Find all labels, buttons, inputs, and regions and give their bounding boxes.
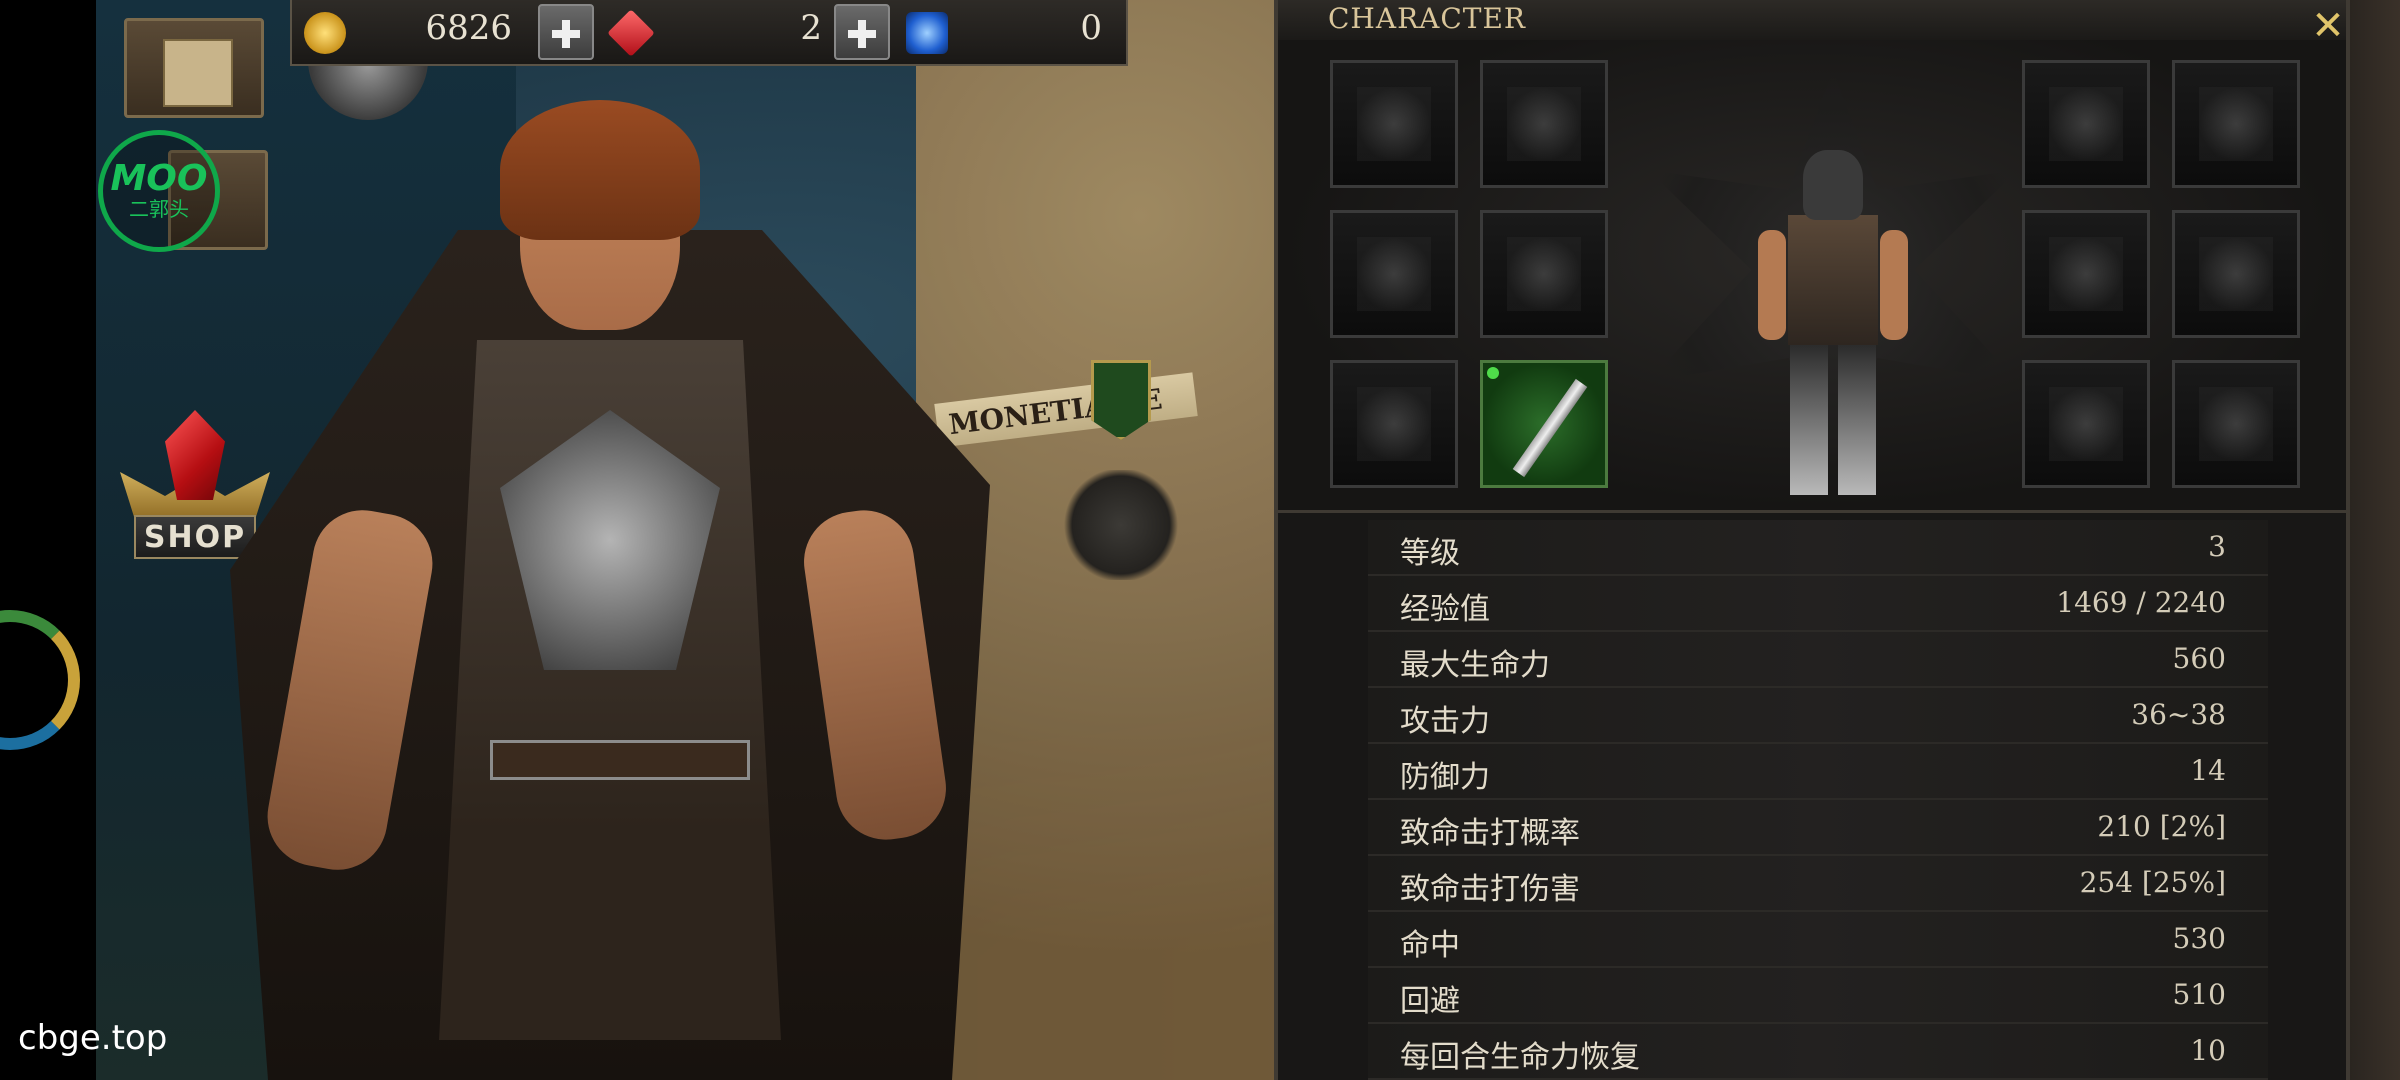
stat-name: 致命击打伤害 [1400, 872, 1580, 907]
stat-row: 致命击打伤害 254 [25%] [1368, 856, 2268, 912]
stat-row: 每回合生命力恢复 10 [1368, 1024, 2268, 1080]
cloak-icon [1357, 87, 1431, 161]
stat-name: 每回合生命力恢复 [1400, 1040, 1640, 1075]
armor-icon [1507, 237, 1581, 311]
ruby-icon [607, 9, 655, 57]
slot-boots[interactable] [1330, 360, 1458, 488]
moo-badge-title: MOO [110, 158, 208, 199]
add-gold-button[interactable] [538, 4, 594, 60]
add-ruby-button[interactable] [834, 4, 890, 60]
gold-coin-icon [304, 12, 346, 54]
necklace-icon [2199, 87, 2273, 161]
slot-offhand[interactable] [2022, 360, 2150, 488]
stat-name: 防御力 [1400, 760, 1490, 795]
pants-icon [2049, 237, 2123, 311]
sword-icon [1512, 378, 1588, 478]
model-left-leg [1790, 345, 1828, 495]
stat-name: 经验值 [1400, 592, 1490, 627]
slot-armor[interactable] [1480, 210, 1608, 338]
model-left-arm [1758, 230, 1786, 340]
hero-hair [500, 100, 700, 240]
moo-badge: MOO 二郭头 [98, 130, 220, 252]
stat-name: 命中 [1400, 928, 1460, 963]
scroll-icon [163, 39, 233, 107]
model-right-arm [1880, 230, 1908, 340]
stat-row: 最大生命力 560 [1368, 632, 2268, 688]
stat-row: 命中 530 [1368, 912, 2268, 968]
watermark-text: cbge.top [18, 1018, 168, 1058]
stat-value: 560 [2172, 642, 2226, 675]
ring-icon [2199, 387, 2273, 461]
stat-value: 510 [2172, 978, 2226, 1011]
screen-recorder-icon[interactable] [0, 610, 80, 750]
moo-badge-subtitle: 二郭头 [129, 197, 189, 221]
character-model[interactable] [1758, 150, 1908, 500]
bracer-icon [2049, 387, 2123, 461]
hero-portrait [230, 90, 990, 1080]
castle-icon[interactable] [1061, 470, 1181, 580]
stat-name: 最大生命力 [1400, 648, 1550, 683]
stat-value: 530 [2172, 922, 2226, 955]
stat-name: 攻击力 [1400, 704, 1490, 739]
gold-amount: 6826 [425, 8, 512, 48]
model-body [1788, 215, 1878, 345]
slot-cape[interactable] [1480, 60, 1608, 188]
stat-value: 1469 / 2240 [2056, 586, 2226, 619]
stat-row: 回避 510 [1368, 968, 2268, 1024]
gloves-icon [1357, 237, 1431, 311]
ruby-amount: 2 [800, 8, 822, 48]
stat-value: 10 [2190, 1034, 2226, 1067]
character-panel: CHARACTER ✕ 等级 3 经验值 1469 / 2240 最大生命力 5… [1274, 0, 2350, 1080]
model-right-leg [1838, 345, 1876, 495]
stat-row: 经验值 1469 / 2240 [1368, 576, 2268, 632]
cape-icon [1507, 87, 1581, 161]
stat-row: 致命击打概率 210 [2%] [1368, 800, 2268, 856]
character-panel-header: CHARACTER ✕ [1278, 0, 2346, 46]
slot-cloak[interactable] [1330, 60, 1458, 188]
stat-row: 防御力 14 [1368, 744, 2268, 800]
boots-icon [1357, 387, 1431, 461]
slot-pants[interactable] [2022, 210, 2150, 338]
red-gem-icon [165, 410, 225, 500]
hero-belt [490, 740, 750, 780]
stat-name: 等级 [1400, 536, 1460, 571]
sapphire-icon [906, 12, 948, 54]
character-panel-title: CHARACTER [1328, 2, 1526, 35]
model-hood [1803, 150, 1863, 220]
currency-bar: 6826 2 0 [290, 0, 1128, 66]
stat-value: 36~38 [2131, 698, 2226, 731]
stat-value: 3 [2208, 530, 2226, 563]
stat-name: 回避 [1400, 984, 1460, 1019]
stat-row: 等级 3 [1368, 520, 2268, 576]
stat-value: 14 [2190, 754, 2226, 787]
stat-value: 210 [2%] [2097, 810, 2226, 843]
ring-icon [2199, 237, 2273, 311]
slot-necklace[interactable] [2172, 60, 2300, 188]
star-ring-icon [2049, 87, 2123, 161]
equipment-area [1278, 40, 2346, 513]
slot-amulet[interactable] [2022, 60, 2150, 188]
stat-name: 致命击打概率 [1400, 816, 1580, 851]
slot-weapon[interactable] [1480, 360, 1608, 488]
stat-value: 254 [25%] [2079, 866, 2226, 899]
slot-ring-2[interactable] [2172, 360, 2300, 488]
slot-gloves[interactable] [1330, 210, 1458, 338]
slot-ring-1[interactable] [2172, 210, 2300, 338]
map-edge-strip [2350, 0, 2400, 1080]
stats-list[interactable]: 等级 3 经验值 1469 / 2240 最大生命力 560 攻击力 36~38… [1368, 520, 2268, 1080]
sapphire-amount: 0 [1080, 8, 1102, 48]
equipped-indicator-icon [1487, 367, 1499, 379]
stat-row: 攻击力 36~38 [1368, 688, 2268, 744]
